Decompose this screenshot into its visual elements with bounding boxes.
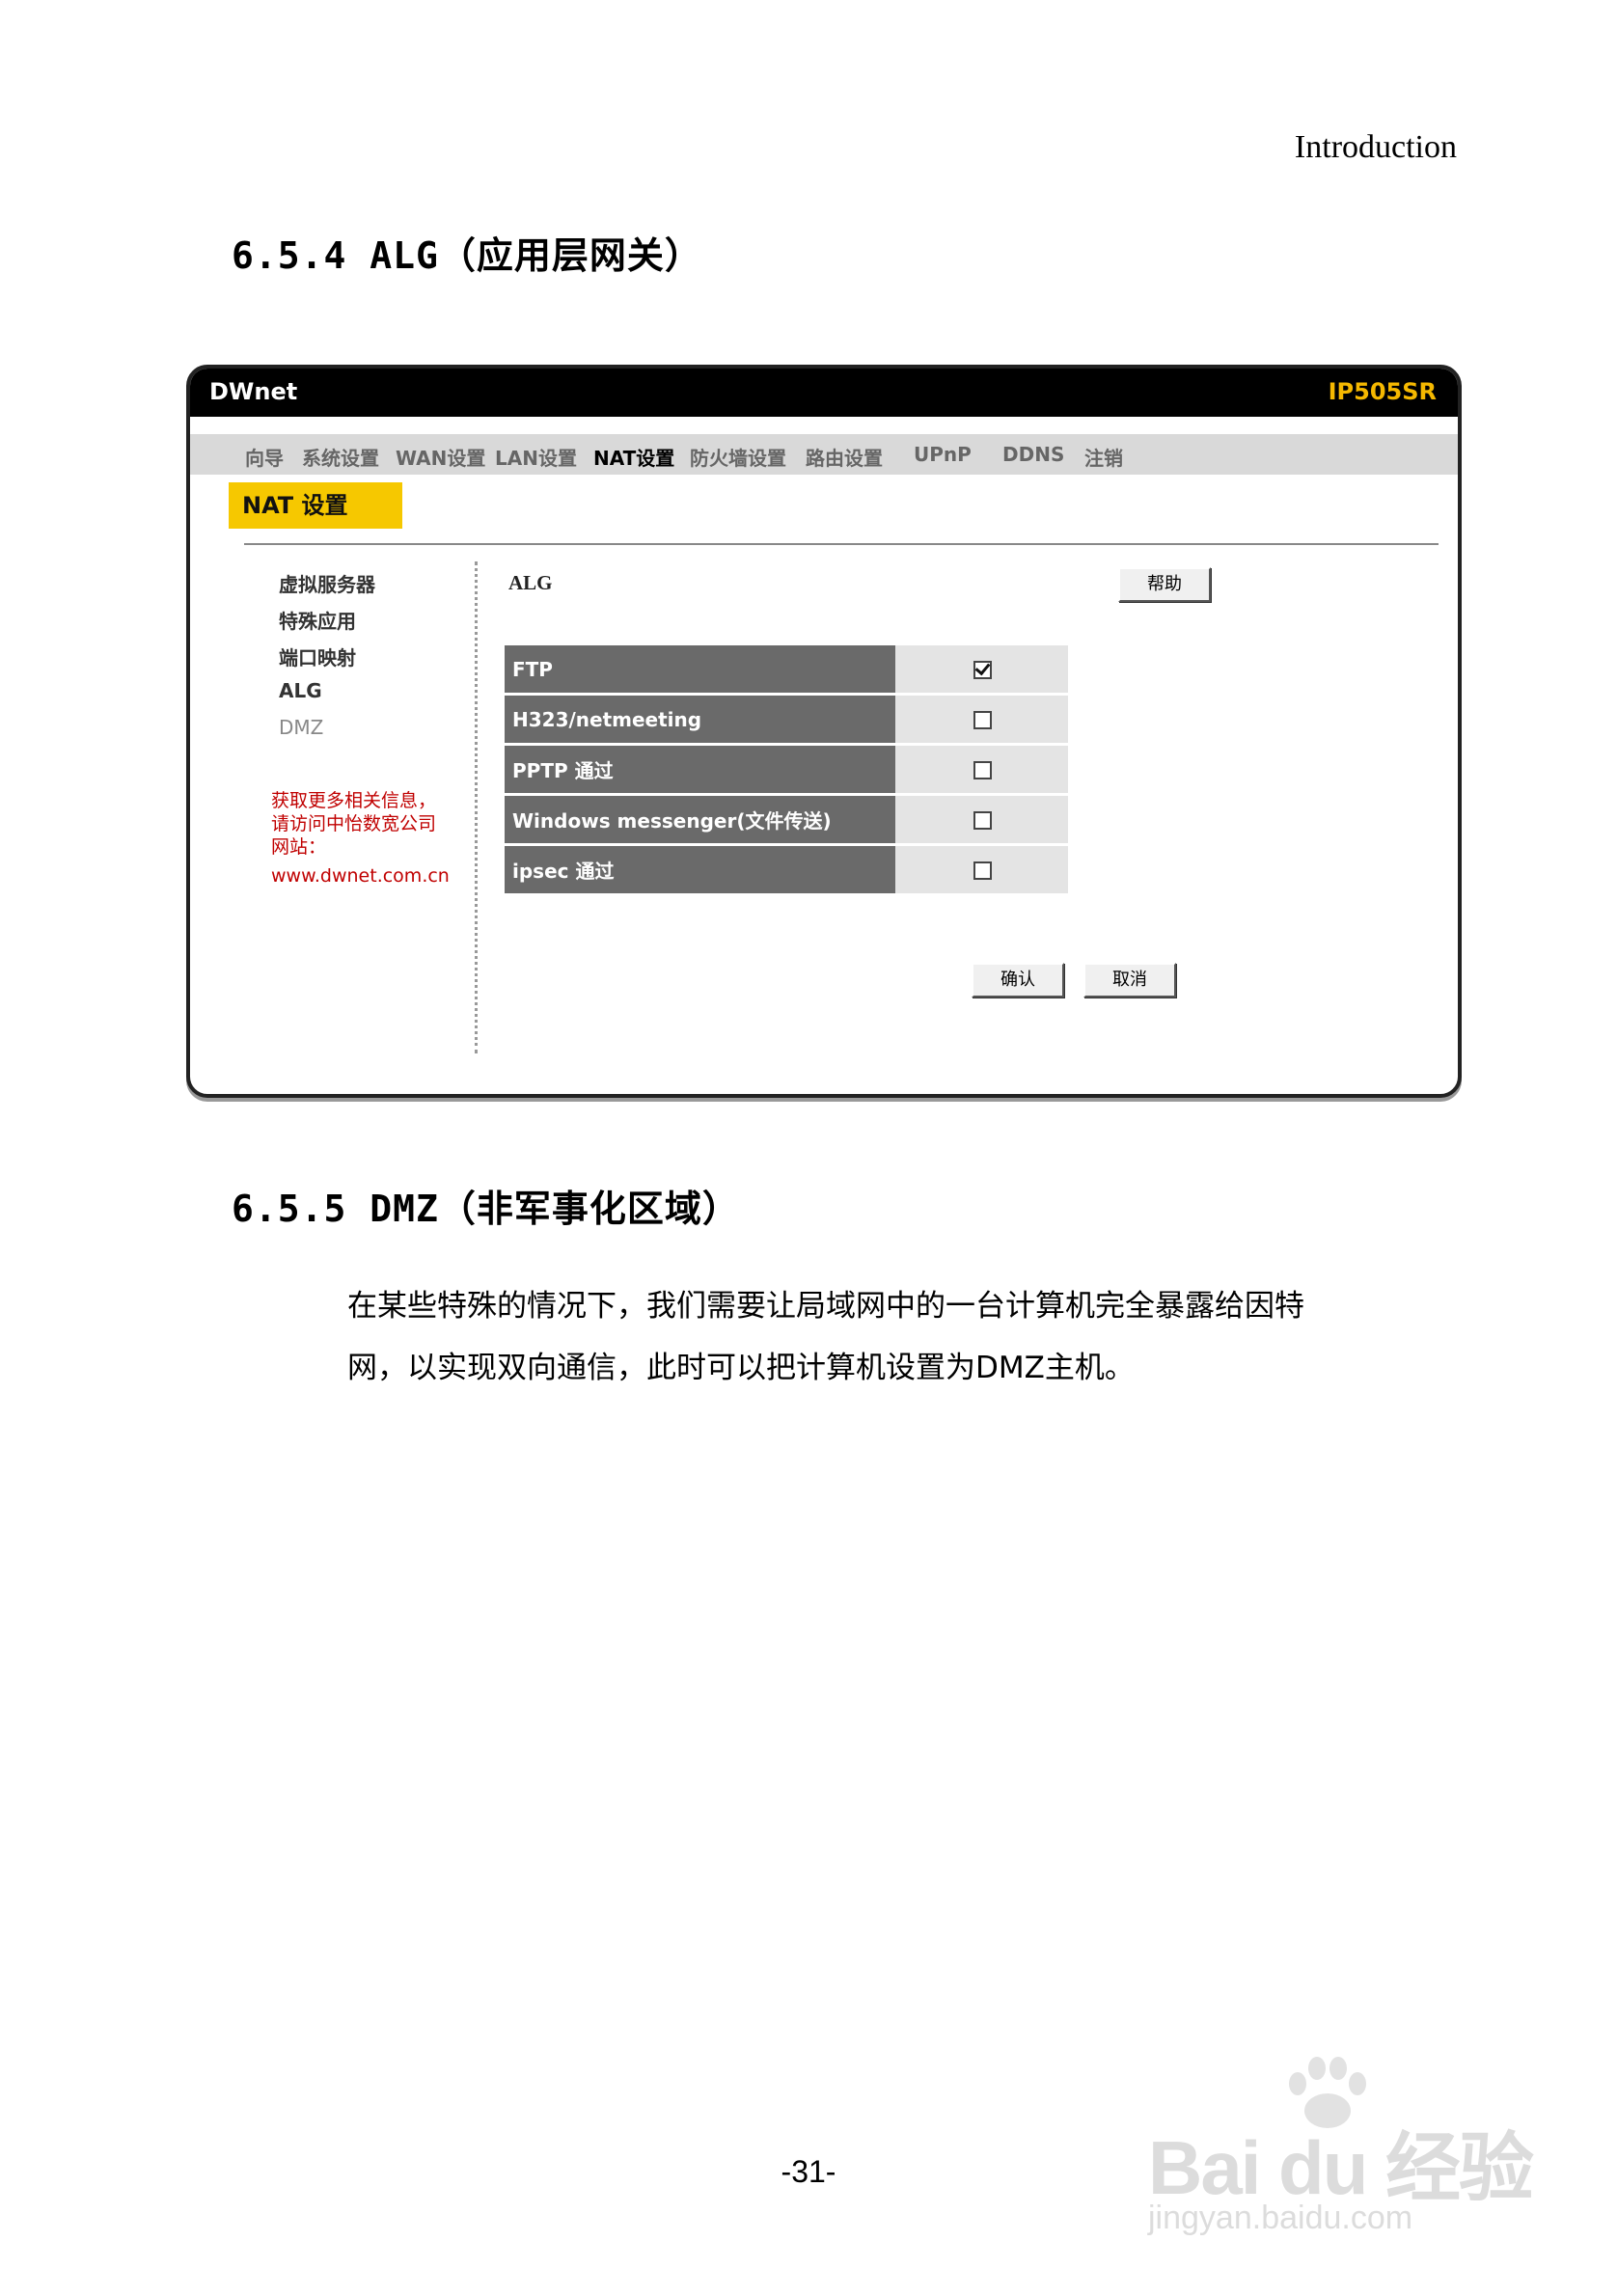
table-row: PPTP 通过 — [505, 746, 1068, 793]
brand-logo: DWnet — [209, 378, 298, 405]
top-bar: DWnet IP505SR — [190, 369, 1458, 417]
nav-item-routing[interactable]: 路由设置 — [806, 443, 883, 471]
option-label-ipsec: ipsec 通过 — [505, 846, 895, 893]
checkbox-ftp[interactable] — [973, 659, 992, 679]
nav-item-system[interactable]: 系统设置 — [302, 443, 379, 471]
nav-item-nat[interactable]: NAT设置 — [593, 443, 674, 471]
sidebar: 虚拟服务器 特殊应用 端口映射 ALG DMZ — [279, 569, 375, 752]
router-ui-screenshot: DWnet IP505SR 向导 系统设置 WAN设置 LAN设置 NAT设置 … — [186, 365, 1462, 1098]
checkbox-pptp[interactable] — [973, 760, 992, 779]
option-label-h323: H323/netmeeting — [505, 696, 895, 743]
nav-item-lan[interactable]: LAN设置 — [495, 443, 577, 471]
sidebar-item-dmz[interactable]: DMZ — [279, 716, 375, 752]
checkbox-h323[interactable] — [973, 710, 992, 729]
table-row: H323/netmeeting — [505, 696, 1068, 743]
checkbox-windows-messenger[interactable] — [973, 810, 992, 830]
sidebar-item-special-app[interactable]: 特殊应用 — [279, 606, 375, 642]
running-header: Introduction — [1294, 129, 1457, 165]
nav-item-logout[interactable]: 注销 — [1084, 443, 1123, 471]
checkbox-ipsec[interactable] — [973, 861, 992, 880]
info-line-3: 网站： — [271, 836, 327, 858]
nav-item-firewall[interactable]: 防火墙设置 — [690, 443, 786, 471]
watermark-url: jingyan.baidu.com — [1148, 2200, 1413, 2236]
option-label-pptp: PPTP 通过 — [505, 746, 895, 793]
section-title-dmz: 6.5.5 DMZ（非军事化区域） — [232, 1188, 740, 1230]
info-line-2: 请访问中怡数宽公司 — [271, 813, 437, 834]
info-line-1: 获取更多相关信息， — [271, 790, 437, 811]
checkmark-icon — [974, 659, 990, 675]
table-row: ipsec 通过 — [505, 846, 1068, 893]
nav-item-wizard[interactable]: 向导 — [245, 443, 284, 471]
option-label-ftp: FTP — [505, 645, 895, 693]
paragraph-line-1: 在某些特殊的情况下，我们需要让局域网中的一台计算机完全暴露给因特 — [347, 1289, 1304, 1324]
table-row: Windows messenger(文件传送) — [505, 796, 1068, 843]
help-button[interactable]: 帮助 — [1118, 567, 1211, 602]
nav-item-upnp[interactable]: UPnP — [914, 443, 972, 466]
alg-options-table: FTP H323/netmeeting PPTP 通过 Windows mess… — [505, 642, 1068, 896]
divider — [244, 543, 1439, 545]
paragraph-line-2: 网，以实现双向通信，此时可以把计算机设置为DMZ主机。 — [347, 1351, 1135, 1385]
section-title-alg: 6.5.4 ALG（应用层网关） — [232, 234, 702, 277]
table-row: FTP — [505, 645, 1068, 693]
option-label-windows-messenger: Windows messenger(文件传送) — [505, 796, 895, 843]
cancel-button[interactable]: 取消 — [1083, 963, 1176, 998]
sidebar-item-alg[interactable]: ALG — [279, 679, 375, 716]
dmz-description: 在某些特殊的情况下，我们需要让局域网中的一台计算机完全暴露给因特 网，以实现双向… — [347, 1275, 1466, 1399]
info-note: 获取更多相关信息， 请访问中怡数宽公司 网站： www.dwnet.com.cn — [271, 789, 450, 888]
nav-item-wan[interactable]: WAN设置 — [396, 443, 485, 471]
dotted-divider — [475, 561, 478, 1053]
nav-item-ddns[interactable]: DDNS — [1002, 443, 1064, 466]
page-title: NAT 设置 — [229, 482, 402, 529]
ok-button[interactable]: 确认 — [972, 963, 1064, 998]
main-nav: 向导 系统设置 WAN设置 LAN设置 NAT设置 防火墙设置 路由设置 UPn… — [190, 434, 1458, 475]
website-link[interactable]: www.dwnet.com.cn — [271, 864, 450, 888]
model-label: IP505SR — [1328, 378, 1437, 405]
sidebar-item-port-mapping[interactable]: 端口映射 — [279, 642, 375, 679]
section-label-alg: ALG — [508, 571, 553, 594]
sidebar-item-virtual-server[interactable]: 虚拟服务器 — [279, 569, 375, 606]
baidu-watermark: Bai du 经验 jingyan.baidu.com — [1148, 2055, 1534, 2248]
